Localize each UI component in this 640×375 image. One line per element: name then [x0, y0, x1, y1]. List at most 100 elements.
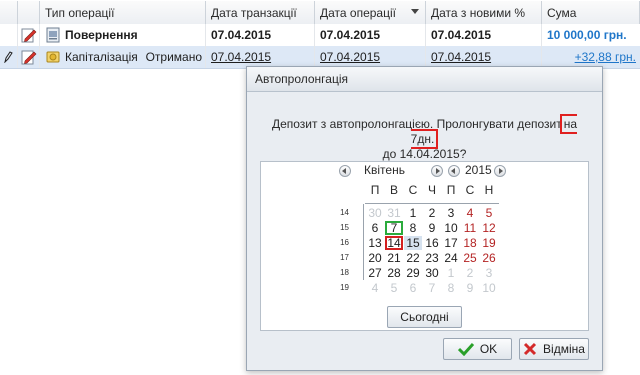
calendar-day[interactable]: 9	[423, 221, 441, 235]
operation-date: 07.04.2015	[320, 28, 381, 42]
calendar-day[interactable]: 4	[461, 206, 479, 220]
next-month-button[interactable]	[431, 165, 443, 177]
weekday-label: П	[370, 183, 380, 197]
check-icon	[457, 342, 474, 356]
calendar-day[interactable]: 24	[442, 251, 460, 265]
operation-date-link[interactable]: 07.04.2015	[320, 50, 380, 64]
column-header-type[interactable]: Тип операції	[40, 1, 206, 24]
calendar-day[interactable]: 8	[404, 221, 422, 235]
column-header-label: Дата операції	[320, 5, 396, 20]
x-cancel-icon	[523, 342, 537, 356]
calendar-day[interactable]: 10	[480, 281, 498, 295]
calendar-day[interactable]: 31	[385, 206, 403, 220]
transaction-date: 07.04.2015	[211, 28, 272, 42]
calendar-day[interactable]: 29	[404, 266, 422, 280]
amount-link[interactable]: +32,88 грн.	[575, 50, 636, 64]
row-type-label: Капіталізація	[65, 50, 138, 64]
calendar-day[interactable]: 4	[366, 281, 384, 295]
week-number: 16	[340, 238, 349, 247]
calendar-day[interactable]: 13	[366, 236, 384, 250]
operation-date-cell: 07.04.2015	[315, 24, 426, 46]
week-number: 18	[340, 268, 349, 277]
calendar-day[interactable]: 19	[480, 236, 498, 250]
calendar-week-divider	[363, 204, 364, 280]
calendar-day[interactable]: 30	[366, 206, 384, 220]
calendar-month[interactable]: Квітень	[364, 163, 405, 177]
new-percent-date: 07.04.2015	[431, 28, 492, 42]
header-indicator-cell	[0, 1, 18, 24]
calendar-day[interactable]: 7	[385, 221, 403, 235]
transaction-date-link[interactable]: 07.04.2015	[211, 50, 271, 64]
message-line-2: до 14.04.2015?	[382, 147, 467, 161]
column-header-operation-date[interactable]: Дата операції	[315, 1, 426, 24]
column-header-label: Сума	[547, 5, 577, 20]
transaction-date-cell: 07.04.2015	[206, 46, 315, 68]
ok-button[interactable]: OK	[443, 338, 512, 360]
row-indicator	[0, 46, 18, 68]
calendar-day[interactable]: 1	[404, 206, 422, 220]
column-header-type-label: Тип операції	[45, 5, 115, 20]
calendar-day[interactable]: 26	[480, 251, 498, 265]
calendar-day[interactable]: 30	[423, 266, 441, 280]
operation-date-cell: 07.04.2015	[315, 46, 426, 68]
new-percent-date-link[interactable]: 07.04.2015	[431, 50, 491, 64]
prev-month-button[interactable]	[339, 165, 351, 177]
pencil-edit-icon	[21, 28, 37, 43]
prev-year-button[interactable]	[448, 165, 460, 177]
calendar-day[interactable]: 6	[404, 281, 422, 295]
calendar-day[interactable]: 2	[461, 266, 479, 280]
pencil-edit-icon	[21, 50, 37, 65]
column-header-new-percent-date[interactable]: Дата з новими %	[426, 1, 542, 24]
table-row[interactable]: Повернення 07.04.2015 07.04.2015 07.04.2…	[0, 24, 640, 47]
calendar-day[interactable]: 27	[366, 266, 384, 280]
calendar-panel: Квітень 2015 П В С Ч П С Н 14 30 31 1 2 3 4 5 15…	[260, 161, 589, 331]
calendar-day[interactable]: 25	[461, 251, 479, 265]
calendar-day[interactable]: 16	[423, 236, 441, 250]
calendar-day[interactable]: 17	[442, 236, 460, 250]
calendar-header-divider	[365, 203, 499, 204]
calendar-day[interactable]: 1	[442, 266, 460, 280]
calendar-day[interactable]: 18	[461, 236, 479, 250]
calendar-day[interactable]: 6	[366, 221, 384, 235]
amount-cell: 10 000,00 грн.	[542, 24, 640, 46]
calendar-day[interactable]: 28	[385, 266, 403, 280]
calendar-day[interactable]: 8	[442, 281, 460, 295]
calendar-day[interactable]: 12	[480, 221, 498, 235]
dialog-title-bar[interactable]: Автопролонгація	[247, 67, 602, 92]
row-indicator	[0, 24, 18, 46]
auto-prolongation-dialog: Автопролонгація Депозит з автопролонгаці…	[246, 66, 603, 371]
column-header-transaction-date[interactable]: Дата транзакції	[206, 1, 315, 24]
calendar-day[interactable]: 11	[461, 221, 479, 235]
amount-value: 10 000,00 грн.	[547, 28, 627, 42]
calendar-day[interactable]: 23	[423, 251, 441, 265]
today-button-label: Сьогодні	[400, 310, 449, 324]
editing-row-pencil-icon	[4, 51, 13, 63]
calendar-day[interactable]: 14	[385, 236, 403, 250]
cancel-button[interactable]: Відміна	[519, 338, 589, 360]
next-year-button[interactable]	[494, 165, 506, 177]
new-percent-date-cell: 07.04.2015	[426, 24, 542, 46]
calendar-day[interactable]: 10	[442, 221, 460, 235]
sort-desc-icon	[411, 9, 419, 14]
calendar-day[interactable]: 20	[366, 251, 384, 265]
calendar-day[interactable]: 7	[423, 281, 441, 295]
calendar-day[interactable]: 22	[404, 251, 422, 265]
calendar-day[interactable]: 5	[385, 281, 403, 295]
row-type-cell: Капіталізація Отримано	[40, 46, 206, 68]
calendar-day[interactable]: 2	[423, 206, 441, 220]
cancel-button-label: Відміна	[543, 342, 585, 356]
today-button[interactable]: Сьогодні	[387, 306, 462, 328]
edit-row-button[interactable]	[18, 46, 40, 68]
calendar-year[interactable]: 2015	[465, 163, 492, 177]
column-header-label: Дата з новими %	[431, 5, 526, 20]
weekday-label: В	[389, 183, 398, 197]
edit-row-button[interactable]	[18, 24, 40, 46]
calendar-day[interactable]: 3	[442, 206, 460, 220]
column-header-amount[interactable]: Сума	[542, 1, 640, 24]
calendar-day[interactable]: 9	[461, 281, 479, 295]
calendar-day[interactable]: 21	[385, 251, 403, 265]
calendar-day[interactable]: 15	[404, 236, 422, 250]
calendar-day[interactable]: 3	[480, 266, 498, 280]
week-number: 17	[340, 253, 349, 262]
calendar-day[interactable]: 5	[480, 206, 498, 220]
